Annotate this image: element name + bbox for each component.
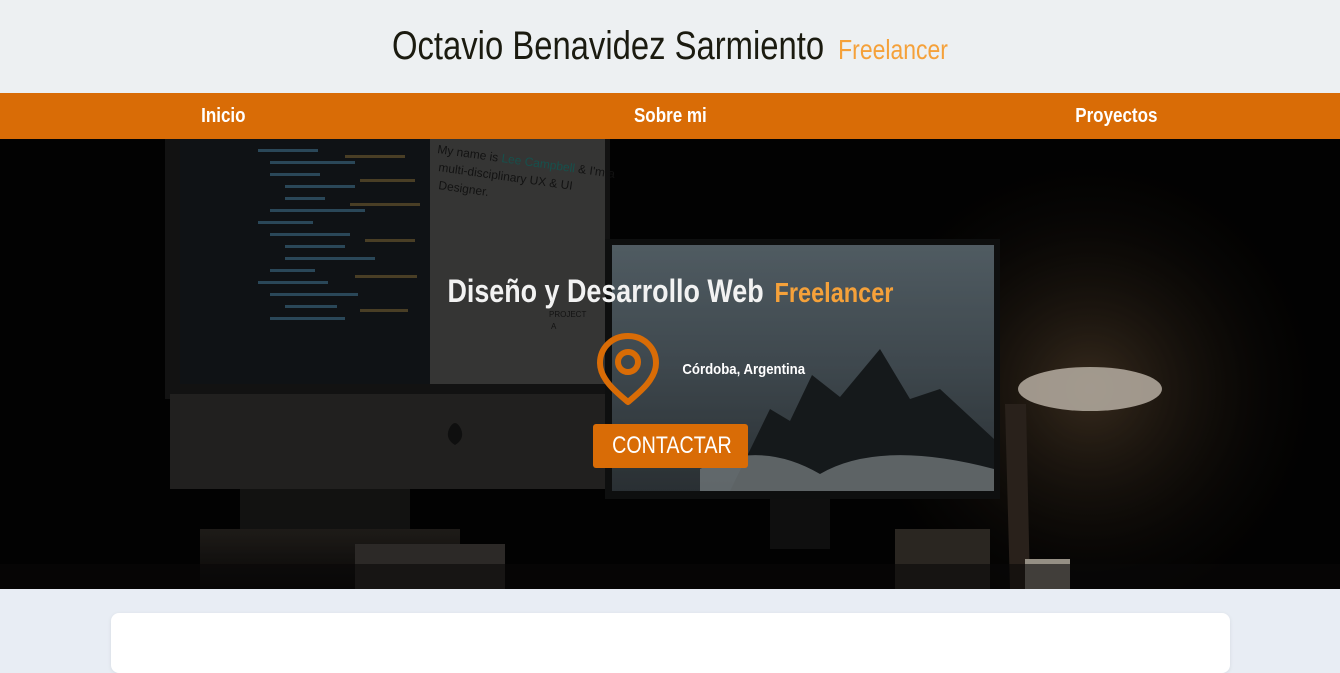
hero-section: My name is Lee Campbell & I'm a multi-di… (0, 139, 1340, 589)
location: Córdoba, Argentina (596, 332, 813, 406)
contact-button[interactable]: CONTACTAR (592, 424, 748, 468)
nav-item-inicio[interactable]: Inicio (34, 105, 414, 128)
main-nav: Inicio Sobre mi Proyectos (0, 93, 1340, 139)
site-title: Octavio Benavidez Sarmiento Freelancer (392, 24, 948, 69)
hero-content: Diseño y Desarrollo Web Freelancer Córdo… (0, 139, 1340, 589)
site-header: Octavio Benavidez Sarmiento Freelancer (0, 0, 1340, 93)
hero-title: Diseño y Desarrollo Web Freelancer (447, 273, 893, 310)
hero-title-accent: Freelancer (774, 277, 893, 308)
nav-item-proyectos[interactable]: Proyectos (927, 105, 1307, 128)
hero-title-main: Diseño y Desarrollo Web (447, 273, 764, 309)
location-text: Córdoba, Argentina (682, 360, 806, 378)
map-pin-icon (597, 333, 660, 405)
content-card (111, 613, 1230, 673)
contact-button-label: CONTACTAR (611, 432, 732, 459)
site-title-name: Octavio Benavidez Sarmiento (392, 24, 825, 68)
site-title-tag: Freelancer (838, 34, 948, 65)
nav-item-sobre-mi[interactable]: Sobre mi (480, 105, 860, 128)
